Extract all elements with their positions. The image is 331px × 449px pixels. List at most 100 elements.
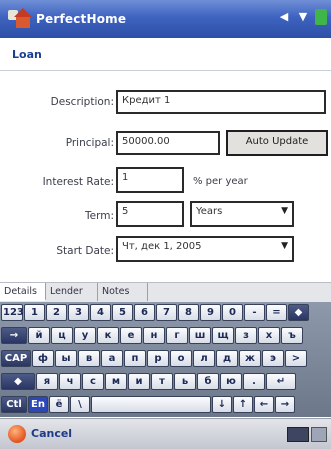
term-field[interactable]: 5 <box>116 201 184 227</box>
signal-icon[interactable]: ▼ <box>296 10 310 24</box>
key-row2-6[interactable]: н <box>143 327 165 344</box>
key-row1-9[interactable]: 9 <box>200 304 221 321</box>
term-label: Term: <box>85 210 114 222</box>
speaker-icon[interactable]: ◀ <box>277 10 291 24</box>
key-row1-1[interactable]: 1 <box>24 304 45 321</box>
cancel-icon[interactable] <box>8 425 26 443</box>
principal-label: Principal: <box>65 137 114 149</box>
key-row4-9[interactable]: ю <box>220 373 242 390</box>
key-row1-4[interactable]: 4 <box>90 304 111 321</box>
key-row5-1[interactable]: En <box>28 396 48 413</box>
key-row2-7[interactable]: г <box>166 327 188 344</box>
key-row5-5[interactable]: ↓ <box>212 396 232 413</box>
key-row4-1[interactable]: я <box>36 373 58 390</box>
key-row2-10[interactable]: з <box>235 327 257 344</box>
bottom-menu-bar: Cancel <box>0 418 331 449</box>
key-row2-8[interactable]: ш <box>189 327 211 344</box>
principal-field[interactable]: 50000.00 <box>116 131 220 155</box>
key-row1-0[interactable]: 123 <box>1 304 24 321</box>
key-row3-8[interactable]: л <box>193 350 215 367</box>
keyboard-icon[interactable] <box>287 427 309 442</box>
interest-rate-field[interactable]: 1 <box>116 167 184 193</box>
key-row5-6[interactable]: ↑ <box>233 396 253 413</box>
key-row2-11[interactable]: х <box>258 327 280 344</box>
section-title: Loan <box>12 48 42 61</box>
key-row3-3[interactable]: в <box>78 350 100 367</box>
key-row1-5[interactable]: 5 <box>112 304 133 321</box>
key-row1-12[interactable]: = <box>266 304 287 321</box>
cancel-button[interactable]: Cancel <box>31 427 72 440</box>
key-row4-0[interactable]: ◆ <box>1 373 35 390</box>
key-row4-4[interactable]: м <box>105 373 127 390</box>
term-unit-select[interactable]: Years ▼ <box>190 201 294 227</box>
key-row3-12[interactable]: > <box>285 350 307 367</box>
key-row3-4[interactable]: а <box>101 350 123 367</box>
dropdown-arrow-icon: ▼ <box>281 241 288 251</box>
key-row4-5[interactable]: и <box>128 373 150 390</box>
key-row1-6[interactable]: 6 <box>134 304 155 321</box>
input-menu-icon[interactable] <box>311 427 327 442</box>
keyboard-row4: ◆ я ч с м и т ь б ю. ↵ <box>1 373 296 391</box>
app-title: PerfectHome <box>36 12 127 26</box>
key-row1-10[interactable]: 0 <box>222 304 243 321</box>
key-row2-1[interactable]: й <box>28 327 50 344</box>
keyboard-row1: 123 1 2 3 4 5 6 7 8 9 0- = ◆ <box>1 304 309 322</box>
start-date-label: Start Date: <box>56 245 114 257</box>
key-row5-8[interactable]: → <box>275 396 295 413</box>
key-row2-12[interactable]: ъ <box>281 327 303 344</box>
dropdown-arrow-icon: ▼ <box>281 206 288 216</box>
key-row5-7[interactable]: ← <box>254 396 274 413</box>
key-row5-2[interactable]: ё <box>49 396 69 413</box>
key-row1-2[interactable]: 2 <box>46 304 67 321</box>
key-row3-2[interactable]: ы <box>55 350 77 367</box>
key-row2-9[interactable]: щ <box>212 327 234 344</box>
section-header: Loan <box>0 40 331 71</box>
key-row3-9[interactable]: д <box>216 350 238 367</box>
key-row5-3[interactable]: \ <box>70 396 90 413</box>
description-field[interactable]: Кредит 1 <box>116 90 326 114</box>
description-label: Description: <box>50 96 114 108</box>
key-row1-8[interactable]: 8 <box>178 304 199 321</box>
tab-notes[interactable]: Notes <box>98 283 148 301</box>
key-row4-8[interactable]: б <box>197 373 219 390</box>
key-row4-3[interactable]: с <box>82 373 104 390</box>
app-logo-icon <box>8 8 32 30</box>
key-row3-7[interactable]: о <box>170 350 192 367</box>
key-row1-13[interactable]: ◆ <box>288 304 309 321</box>
key-row3-5[interactable]: п <box>124 350 146 367</box>
start-date-value: Чт, дек 1, 2005 <box>122 241 202 252</box>
key-row3-6[interactable]: р <box>147 350 169 367</box>
term-unit-value: Years <box>196 206 223 217</box>
interest-rate-label: Interest Rate: <box>42 176 114 188</box>
ok-icon[interactable] <box>315 9 327 25</box>
key-row2-2[interactable]: ц <box>51 327 73 344</box>
tab-strip: Details Lender Notes <box>0 282 331 303</box>
key-row3-1[interactable]: ф <box>32 350 54 367</box>
title-bar: PerfectHome ◀ ▼ <box>0 0 331 38</box>
tab-lender[interactable]: Lender <box>46 283 98 301</box>
key-row1-11[interactable]: - <box>244 304 265 321</box>
space-key[interactable] <box>91 396 211 413</box>
key-row4-6[interactable]: т <box>151 373 173 390</box>
key-row3-10[interactable]: ж <box>239 350 261 367</box>
key-row4-2[interactable]: ч <box>59 373 81 390</box>
auto-update-button[interactable]: Auto Update <box>226 130 328 156</box>
key-row3-11[interactable]: э <box>262 350 284 367</box>
key-row4-11[interactable]: ↵ <box>266 373 296 390</box>
key-row1-3[interactable]: 3 <box>68 304 89 321</box>
key-row2-3[interactable]: у <box>74 327 96 344</box>
key-row2-4[interactable]: к <box>97 327 119 344</box>
key-row4-10[interactable]: . <box>243 373 265 390</box>
start-date-picker[interactable]: Чт, дек 1, 2005 ▼ <box>116 236 294 262</box>
tab-details[interactable]: Details <box>0 283 46 301</box>
interest-unit-label: % per year <box>193 176 248 187</box>
key-row1-7[interactable]: 7 <box>156 304 177 321</box>
key-row3-0[interactable]: CAP <box>1 350 31 367</box>
keyboard-row3: CAP ф ы в а п р о л д ж э > <box>1 350 307 368</box>
key-row4-7[interactable]: ь <box>174 373 196 390</box>
key-row5-0[interactable]: Ctl <box>1 396 27 413</box>
key-row2-5[interactable]: е <box>120 327 142 344</box>
keyboard-row5: Ctl En ё \ ↓ ↑ ← → <box>1 396 295 414</box>
key-row2-0[interactable]: → <box>1 327 27 344</box>
soft-keyboard: 123 1 2 3 4 5 6 7 8 9 0- = ◆ → й ц у к е н г ш щ з х ъ CAP ф ы в а п р… <box>0 302 331 417</box>
